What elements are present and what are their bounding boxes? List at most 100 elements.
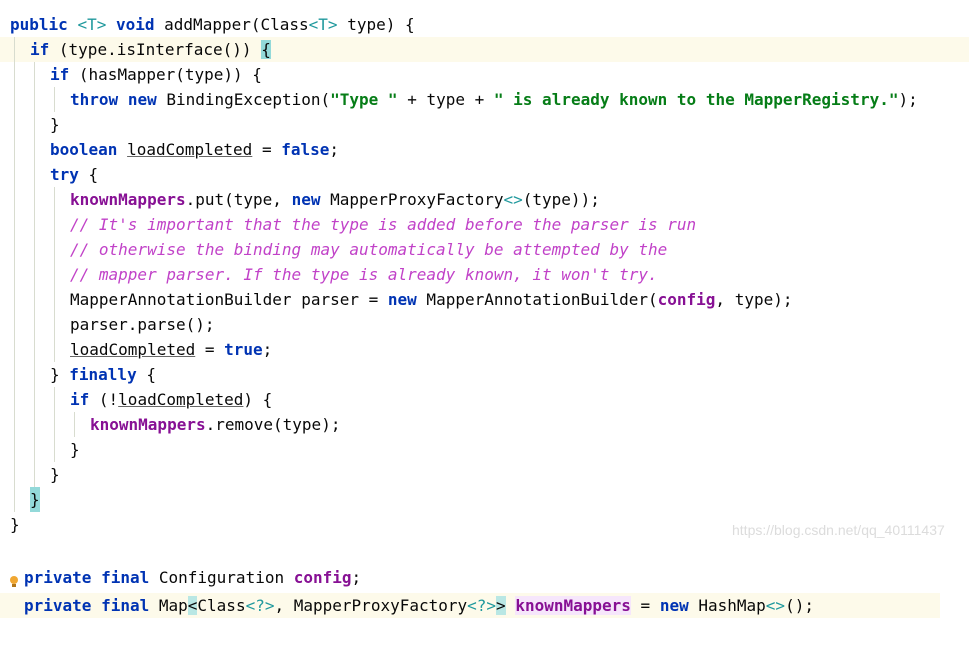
brace: } — [50, 115, 60, 134]
code-line-17[interactable]: knownMappers.remove(type); — [0, 412, 969, 437]
call: .remove(type); — [205, 415, 341, 434]
brace: { — [78, 165, 99, 184]
indent-guide — [34, 362, 35, 387]
end: , type); — [715, 290, 793, 309]
keyword: if — [30, 40, 50, 59]
code-line-7[interactable]: try { — [0, 162, 969, 187]
field-config-line[interactable]: private final Configuration config; — [0, 565, 969, 590]
comment: // mapper parser. If the type is already… — [70, 265, 658, 284]
field: config — [293, 568, 352, 587]
field: knownMappers — [515, 596, 631, 615]
keyword: false — [281, 140, 330, 159]
indent-guide — [14, 137, 15, 162]
matched-angle: > — [496, 596, 506, 615]
matched-brace: { — [261, 40, 271, 59]
indent-guide — [54, 387, 55, 412]
comment: // otherwise the binding may automatical… — [70, 240, 668, 259]
keyword: if — [50, 65, 70, 84]
paren: ) { — [243, 390, 273, 409]
keyword: throw — [70, 90, 119, 109]
matched-angle: < — [187, 596, 198, 615]
field: knownMappers — [90, 415, 206, 434]
indent-guide — [14, 37, 15, 62]
indent-guide — [14, 462, 15, 487]
code-line-8[interactable]: knownMappers.put(type, new MapperProxyFa… — [0, 187, 969, 212]
code-line-9[interactable]: // It's important that the type is added… — [0, 212, 969, 237]
code-line-19[interactable]: } — [0, 462, 969, 487]
indent-guide — [34, 212, 35, 237]
keyword: private final — [24, 568, 150, 587]
code-editor[interactable]: public <T> void addMapper(Class<T> type)… — [0, 0, 969, 624]
generic: <T> — [308, 15, 338, 34]
indent-guide — [54, 287, 55, 312]
code-line-11[interactable]: // mapper parser. If the type is already… — [0, 262, 969, 287]
code-line-12[interactable]: MapperAnnotationBuilder parser = new Map… — [0, 287, 969, 312]
comment: // It's important that the type is added… — [70, 215, 697, 234]
keyword: if — [70, 390, 90, 409]
indent-guide — [14, 237, 15, 262]
field: knownMappers — [70, 190, 186, 209]
indent-guide — [54, 312, 55, 337]
params: type) { — [347, 15, 415, 34]
operator: = — [252, 140, 282, 159]
generic: <T> — [77, 15, 107, 34]
generic: <?> — [467, 596, 497, 615]
indent-guide — [34, 112, 35, 137]
end: ); — [898, 90, 918, 109]
brace: } — [10, 515, 20, 534]
keyword: public — [10, 15, 68, 34]
field: config — [657, 290, 716, 309]
condition: (type.isInterface()) — [58, 40, 252, 59]
code-line-3[interactable]: if (hasMapper(type)) { — [0, 62, 969, 87]
keyword: new — [387, 290, 417, 309]
keyword: new — [659, 596, 689, 615]
end: (type)); — [522, 190, 600, 209]
indent-guide — [54, 337, 55, 362]
code-line-16[interactable]: if (!loadCompleted) { — [0, 387, 969, 412]
brace: } — [70, 440, 80, 459]
indent-guide — [34, 162, 35, 187]
code-line-2-current[interactable]: if (type.isInterface()) { — [0, 37, 969, 62]
code-line-18[interactable]: } — [0, 437, 969, 462]
type: , MapperProxyFactory — [274, 596, 468, 615]
code-line-5[interactable]: } — [0, 112, 969, 137]
code-line-4[interactable]: throw new BindingException("Type " + typ… — [0, 87, 969, 112]
code-line-1[interactable]: public <T> void addMapper(Class<T> type)… — [0, 12, 969, 37]
code-line-14[interactable]: loadCompleted = true; — [0, 337, 969, 362]
code-line-6[interactable]: boolean loadCompleted = false; — [0, 137, 969, 162]
condition: (hasMapper(type)) { — [78, 65, 262, 84]
code-line-10[interactable]: // otherwise the binding may automatical… — [0, 237, 969, 262]
indent-guide — [14, 112, 15, 137]
indent-guide — [34, 137, 35, 162]
keyword: private final — [24, 596, 150, 615]
indent-guide — [54, 237, 55, 262]
indent-guide — [54, 437, 55, 462]
declaration: MapperAnnotationBuilder parser = — [70, 290, 388, 309]
indent-guide — [14, 387, 15, 412]
indent-guide — [54, 187, 55, 212]
generic: <?> — [245, 596, 275, 615]
method-signature: addMapper(Class — [164, 15, 309, 34]
indent-guide — [34, 62, 35, 87]
indent-guide — [14, 412, 15, 437]
end: ; — [329, 140, 340, 159]
indent-guide — [54, 87, 55, 112]
indent-guide — [14, 162, 15, 187]
code-line-13[interactable]: parser.parse(); — [0, 312, 969, 337]
indent-guide — [14, 362, 15, 387]
call: .put(type, — [185, 190, 292, 209]
code-line-15[interactable]: } finally { — [0, 362, 969, 387]
generic: <> — [765, 596, 786, 615]
indent-guide — [54, 412, 55, 437]
field-known-mappers-line[interactable]: private final Map<Class<?>, MapperProxyF… — [0, 593, 940, 618]
indent-guide — [34, 462, 35, 487]
statement: parser.parse(); — [70, 315, 215, 334]
code-line-20[interactable]: } — [0, 487, 969, 512]
indent-guide — [34, 387, 35, 412]
keyword: new — [127, 90, 157, 109]
matched-brace: } — [30, 487, 40, 512]
indent-guide — [54, 212, 55, 237]
keyword: finally — [69, 365, 137, 384]
indent-guide — [14, 287, 15, 312]
